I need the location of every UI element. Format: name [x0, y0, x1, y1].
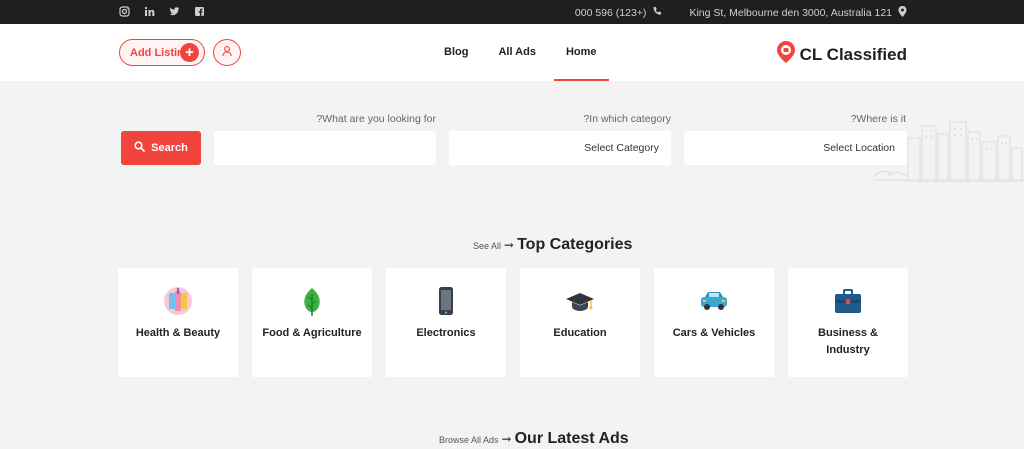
category-card-business-industry[interactable]: Business & Industry: [788, 268, 908, 377]
category-label: ?In which category: [583, 113, 671, 125]
nav-blog[interactable]: Blog: [432, 24, 480, 81]
site-header: Add Listing + Blog All Ads Home CL Class…: [0, 24, 1024, 81]
cosmetics-icon: [163, 286, 193, 316]
categories-heading: See All ➞ Top Categories: [473, 236, 632, 254]
user-account-button[interactable]: [213, 39, 241, 66]
search-icon: [134, 141, 146, 155]
phone-number: 000 596 (123+): [574, 7, 647, 19]
category-cards: Health & Beauty Food & Agriculture Elect…: [118, 268, 908, 377]
keyword-label: ?What are you looking for: [316, 113, 436, 125]
graduation-cap-icon: [565, 286, 595, 316]
main-nav: Blog All Ads Home: [432, 24, 609, 81]
logo-pin-icon: [776, 41, 795, 68]
browse-all-ads-link[interactable]: Browse All Ads: [439, 435, 499, 445]
site-logo[interactable]: CL Classified: [776, 41, 907, 68]
linkedin-icon[interactable]: [144, 6, 155, 17]
category-label: Cars & Vehicles: [672, 327, 756, 339]
nav-all-ads[interactable]: All Ads: [486, 24, 548, 81]
plus-icon: +: [180, 43, 199, 62]
latest-ads-title: Our Latest Ads: [514, 430, 629, 447]
category-card-health-beauty[interactable]: Health & Beauty: [118, 268, 238, 377]
search-button[interactable]: Search: [121, 131, 201, 165]
nav-home[interactable]: Home: [553, 24, 609, 81]
category-card-education[interactable]: Education: [520, 268, 640, 377]
arrow-right-icon: ➞: [501, 432, 512, 446]
category-card-electronics[interactable]: Electronics: [386, 268, 506, 377]
categories-title: Top Categories: [517, 236, 633, 253]
twitter-icon[interactable]: [169, 6, 180, 17]
social-links: [119, 6, 205, 17]
category-label: Electronics: [416, 327, 476, 339]
logo-text: CL Classified: [799, 44, 907, 64]
category-card-cars-vehicles[interactable]: Cars & Vehicles: [654, 268, 774, 377]
add-listing-button[interactable]: Add Listing +: [119, 39, 205, 66]
category-label: Business & Industry: [818, 327, 878, 356]
address-text: King St, Melbourne den 3000, Australia 1…: [689, 7, 892, 19]
top-bar: 000 596 (123+) King St, Melbourne den 30…: [0, 0, 1024, 24]
instagram-icon[interactable]: [119, 6, 130, 17]
search-button-label: Search: [151, 142, 188, 154]
category-label: Health & Beauty: [135, 327, 221, 339]
smartphone-icon: [431, 286, 461, 316]
car-icon: [699, 286, 729, 316]
see-all-link[interactable]: See All: [473, 241, 501, 251]
briefcase-icon: [833, 286, 863, 316]
keyword-input[interactable]: [214, 131, 436, 165]
leaf-icon: [297, 286, 327, 316]
category-label: Education: [553, 327, 607, 339]
contact-info: 000 596 (123+) King St, Melbourne den 30…: [575, 6, 907, 20]
user-icon: [221, 44, 233, 62]
phone-icon: [652, 6, 663, 20]
category-label: Food & Agriculture: [262, 327, 362, 339]
arrow-right-icon: ➞: [504, 238, 515, 252]
facebook-icon[interactable]: [194, 6, 205, 17]
location-pin-icon: [898, 6, 907, 20]
category-card-food-agriculture[interactable]: Food & Agriculture: [252, 268, 372, 377]
category-select[interactable]: Select Category: [449, 131, 671, 165]
city-skyline-illustration: [873, 118, 1024, 187]
latest-ads-heading: Browse All Ads ➞ Our Latest Ads: [439, 430, 629, 448]
